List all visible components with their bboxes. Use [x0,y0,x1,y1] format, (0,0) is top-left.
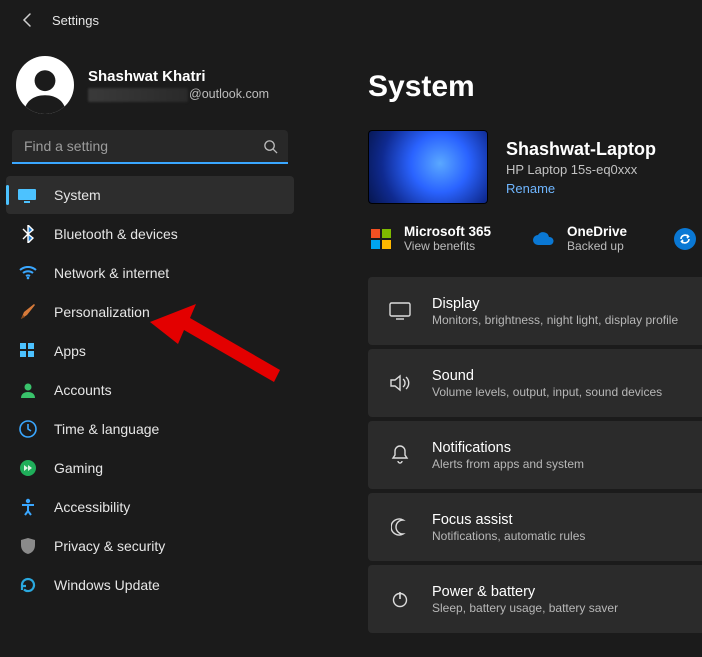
moon-icon [386,518,414,536]
gaming-icon [18,458,38,478]
card-title: Display [432,296,678,312]
bluetooth-icon [18,224,38,244]
service-microsoft-365[interactable]: Microsoft 365 View benefits [368,224,491,253]
display-icon [386,302,414,320]
card-focus-assist[interactable]: Focus assistNotifications, automatic rul… [368,493,702,561]
nav-label: Accessibility [54,499,130,515]
nav-label: Privacy & security [54,538,165,554]
card-sub: Alerts from apps and system [432,457,584,471]
nav-item-accessibility[interactable]: Accessibility [6,488,294,526]
clock-globe-icon [18,419,38,439]
nav-label: Personalization [54,304,150,320]
nav-list: System Bluetooth & devices Network & int… [6,176,294,604]
nav-item-bluetooth[interactable]: Bluetooth & devices [6,215,294,253]
card-title: Focus assist [432,512,585,528]
nav-label: System [54,187,101,203]
device-model: HP Laptop 15s-eq0xxx [506,162,656,177]
nav-item-personalization[interactable]: Personalization [6,293,294,331]
service-title: Microsoft 365 [404,224,491,239]
card-power-battery[interactable]: Power & batterySleep, battery usage, bat… [368,565,702,633]
service-sub: View benefits [404,239,491,253]
service-title: OneDrive [567,224,627,239]
search-input[interactable] [12,130,288,164]
service-sub: Backed up [567,239,627,253]
desktop-preview [368,130,488,204]
card-sub: Monitors, brightness, night light, displ… [432,313,678,327]
nav-label: Windows Update [54,577,160,593]
window-title: Settings [52,13,99,28]
rename-link[interactable]: Rename [506,181,555,196]
microsoft-logo-icon [368,226,394,252]
nav-label: Network & internet [54,265,169,281]
nav-item-network[interactable]: Network & internet [6,254,294,292]
nav-label: Apps [54,343,86,359]
nav-label: Accounts [54,382,112,398]
wifi-icon [18,263,38,283]
card-title: Power & battery [432,584,618,600]
accessibility-icon [18,497,38,517]
card-sub: Volume levels, output, input, sound devi… [432,385,662,399]
card-title: Notifications [432,440,584,456]
nav-item-windows-update[interactable]: Windows Update [6,566,294,604]
card-sound[interactable]: SoundVolume levels, output, input, sound… [368,349,702,417]
nav-label: Gaming [54,460,103,476]
card-sub: Sleep, battery usage, battery saver [432,601,618,615]
page-title: System [368,70,702,104]
bell-icon [386,445,414,465]
nav-item-system[interactable]: System [6,176,294,214]
card-notifications[interactable]: NotificationsAlerts from apps and system [368,421,702,489]
nav-label: Bluetooth & devices [54,226,178,242]
account-name: Shashwat Khatri [88,68,269,85]
power-icon [386,590,414,608]
apps-icon [18,341,38,361]
update-icon [18,575,38,595]
card-sub: Notifications, automatic rules [432,529,585,543]
card-display[interactable]: DisplayMonitors, brightness, night light… [368,277,702,345]
system-icon [18,185,38,205]
services-row: Microsoft 365 View benefits OneDrive Bac… [368,224,702,253]
email-redacted [88,88,188,102]
service-onedrive[interactable]: OneDrive Backed up [531,224,627,253]
onedrive-icon [531,226,557,252]
back-button[interactable] [14,6,42,34]
device-name: Shashwat-Laptop [506,139,656,160]
sound-icon [386,374,414,392]
shield-icon [18,536,38,556]
paintbrush-icon [18,302,38,322]
account-email: @outlook.com [88,87,269,102]
account-block[interactable]: Shashwat Khatri @outlook.com [6,46,294,128]
nav-item-accounts[interactable]: Accounts [6,371,294,409]
device-block: Shashwat-Laptop HP Laptop 15s-eq0xxx Ren… [368,130,702,204]
card-title: Sound [432,368,662,384]
search-icon [263,139,278,157]
onedrive-sync-badge[interactable] [674,228,696,250]
person-icon [18,380,38,400]
nav-item-time-language[interactable]: Time & language [6,410,294,448]
avatar [16,56,74,114]
nav-item-apps[interactable]: Apps [6,332,294,370]
nav-item-gaming[interactable]: Gaming [6,449,294,487]
nav-label: Time & language [54,421,159,437]
nav-item-privacy[interactable]: Privacy & security [6,527,294,565]
